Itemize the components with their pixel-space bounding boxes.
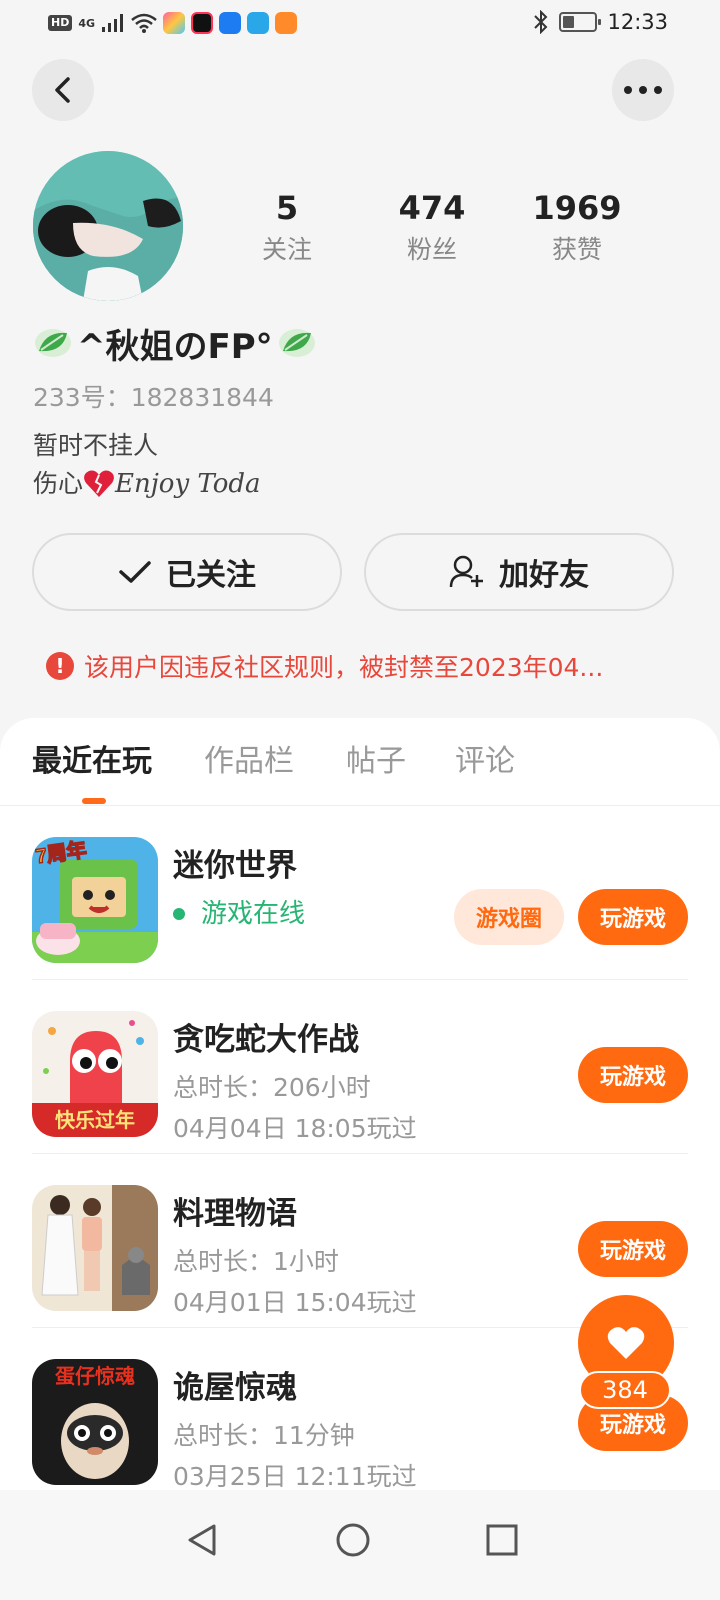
- hd-indicator: HD: [48, 15, 73, 31]
- play-game-button[interactable]: 玩游戏: [578, 889, 688, 945]
- book-app-icon: [247, 12, 270, 34]
- followed-button[interactable]: 已关注: [32, 533, 342, 611]
- signal-icon: [102, 14, 124, 32]
- last-played: 04月04日 18:05玩过: [173, 1114, 417, 1143]
- play-game-button[interactable]: 玩游戏: [578, 1221, 688, 1277]
- status-bar: HD 4G 12:33: [0, 0, 720, 50]
- cooking-game-icon[interactable]: [32, 1185, 158, 1311]
- add-friend-button[interactable]: 加好友: [364, 533, 674, 611]
- game-name: 诡屋惊魂: [173, 1370, 297, 1406]
- wifi-icon: [131, 13, 157, 33]
- game-name: 料理物语: [173, 1196, 297, 1232]
- warning-icon: !: [46, 652, 74, 680]
- bio-line-1: 暂时不挂人: [33, 431, 159, 460]
- username: ^秋姐のFP°: [77, 326, 273, 367]
- nav-home-button[interactable]: [323, 1510, 383, 1570]
- network-type: 4G: [78, 16, 96, 30]
- stat-fans-value: 474: [398, 189, 466, 227]
- add-friend-button-label: 加好友: [499, 558, 589, 593]
- play-duration: 总时长：1小时: [173, 1247, 339, 1276]
- play-duration: 总时长：206小时: [173, 1073, 371, 1102]
- bulb-app-icon: [219, 12, 242, 34]
- user-id: 233号：182831844: [33, 383, 274, 412]
- chevron-left-icon: [55, 77, 70, 103]
- stat-fans[interactable]: 474 粉丝: [372, 188, 492, 270]
- avatar-image: [33, 151, 183, 301]
- haunted-house-badge: 蛋仔惊魂: [55, 1364, 135, 1388]
- nav-back-button[interactable]: [172, 1510, 232, 1570]
- snake-game-icon[interactable]: 快乐过年: [32, 1011, 158, 1137]
- broken-heart-icon: [84, 470, 114, 497]
- bio-line-2: 伤心 Enjoy Toda: [33, 466, 261, 502]
- last-played: 03月25日 12:11玩过: [173, 1462, 417, 1490]
- tab-recently-played[interactable]: 最近在玩: [32, 740, 152, 784]
- haunted-house-game-icon[interactable]: 蛋仔惊魂: [32, 1359, 158, 1485]
- add-user-icon: [449, 555, 483, 588]
- more-dots-icon: [624, 86, 662, 94]
- leaf-icon: [35, 329, 71, 357]
- tab-works[interactable]: 作品栏: [204, 740, 294, 784]
- play-duration: 总时长：11分钟: [173, 1421, 355, 1450]
- more-button[interactable]: [612, 59, 674, 121]
- game-name: 迷你世界: [173, 848, 297, 884]
- ban-notice: ! 该用户因违反社区规则，被封禁至2023年04...: [46, 648, 686, 684]
- followed-button-label: 已关注: [166, 558, 256, 593]
- stat-following-value: 5: [275, 189, 299, 227]
- square-recents-icon: [486, 1524, 518, 1556]
- game-row-snake[interactable]: 快乐过年 贪吃蛇大作战 总时长：206小时 04月04日 18:05玩过 玩游戏: [32, 980, 688, 1154]
- video-app-icon: [191, 12, 214, 34]
- bio-line-2-prefix: 伤心: [33, 469, 84, 498]
- active-tab-indicator: [82, 798, 106, 804]
- stat-following-label: 关注: [261, 235, 312, 264]
- status-bar-left: HD 4G: [48, 12, 298, 34]
- heart-icon: [607, 1327, 645, 1359]
- game-row-cooking[interactable]: 料理物语 总时长：1小时 04月01日 15:04玩过 玩游戏: [32, 1154, 688, 1328]
- clock: 12:33: [607, 10, 668, 34]
- play-app-icon: [275, 12, 298, 34]
- tab-bar: 最近在玩 作品栏 帖子 评论: [0, 718, 720, 806]
- game-row-mini-world[interactable]: 7周年 迷你世界 游戏在线 游戏圈 玩游戏: [32, 806, 688, 980]
- play-game-button[interactable]: 玩游戏: [578, 1047, 688, 1103]
- game-circle-button[interactable]: 游戏圈: [454, 889, 564, 945]
- bluetooth-icon: [534, 10, 548, 34]
- username-row: ^秋姐のFP°: [33, 318, 317, 368]
- avatar[interactable]: [33, 151, 183, 301]
- bio-line-2-suffix: Enjoy Toda: [115, 469, 261, 499]
- snake-badge: 快乐过年: [55, 1108, 135, 1132]
- tab-comments[interactable]: 评论: [455, 740, 515, 784]
- game-name: 贪吃蛇大作战: [173, 1022, 359, 1058]
- stat-likes[interactable]: 1969 获赞: [517, 188, 637, 270]
- tab-posts[interactable]: 帖子: [346, 740, 406, 784]
- like-count: 384: [579, 1371, 671, 1409]
- online-status-text: 游戏在线: [201, 899, 306, 929]
- back-button[interactable]: [32, 59, 94, 121]
- online-dot-icon: [173, 908, 185, 920]
- battery-icon: [559, 12, 602, 32]
- last-played: 04月01日 15:04玩过: [173, 1288, 417, 1317]
- triangle-back-icon: [188, 1524, 216, 1556]
- ban-notice-text: 该用户因违反社区规则，被封禁至2023年04...: [84, 653, 604, 682]
- stat-fans-label: 粉丝: [406, 235, 457, 264]
- leaf-icon: [278, 329, 315, 357]
- stat-following[interactable]: 5 关注: [227, 188, 347, 270]
- stat-likes-label: 获赞: [551, 235, 602, 264]
- nav-recents-button[interactable]: [472, 1510, 532, 1570]
- colorful-app-icon: [163, 12, 186, 34]
- stat-likes-value: 1969: [532, 189, 622, 227]
- check-icon: [119, 561, 151, 583]
- circle-home-icon: [336, 1523, 370, 1557]
- system-nav-bar: [0, 1490, 720, 1600]
- status-bar-right: 12:33: [533, 10, 668, 34]
- mini-world-game-icon[interactable]: 7周年: [32, 837, 158, 963]
- online-status: 游戏在线: [173, 896, 305, 932]
- mini-world-badge: 7周年: [34, 837, 88, 868]
